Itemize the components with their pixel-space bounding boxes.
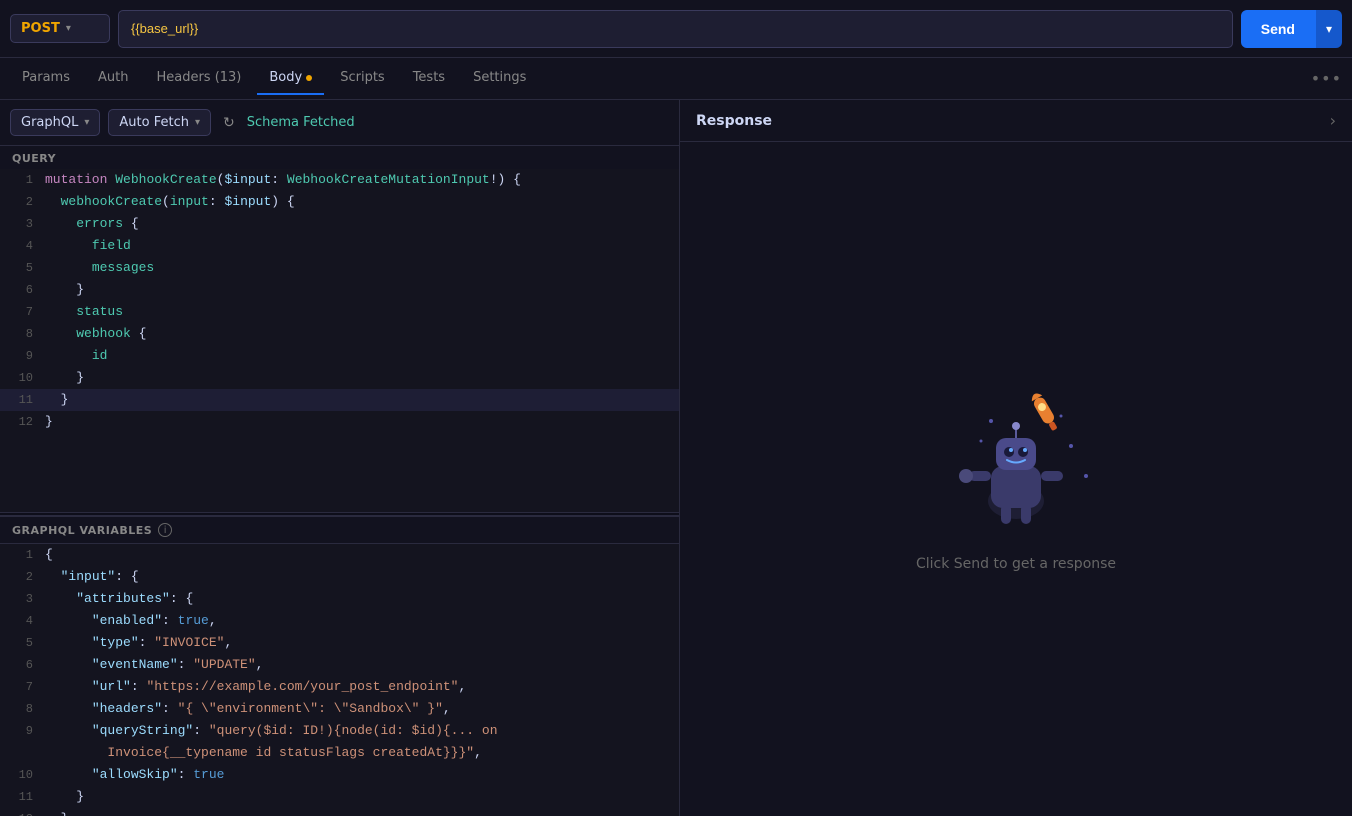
- var-line-10: 10 "allowSkip": true: [0, 764, 679, 786]
- response-expand-icon[interactable]: ›: [1330, 111, 1336, 130]
- tab-headers-label: Headers (13): [156, 70, 241, 85]
- tab-settings[interactable]: Settings: [461, 62, 538, 95]
- query-line-7: 7 status: [0, 301, 679, 323]
- var-line-3: 3 "attributes": {: [0, 588, 679, 610]
- variables-header: GRAPHQL VARIABLES i: [0, 516, 679, 544]
- query-editor[interactable]: 1 mutation WebhookCreate($input: Webhook…: [0, 169, 679, 512]
- url-input[interactable]: [118, 10, 1233, 48]
- var-line-7: 7 "url": "https://example.com/your_post_…: [0, 676, 679, 698]
- query-section-label: QUERY: [0, 146, 679, 169]
- tab-body-dot: [306, 75, 312, 81]
- variables-section: GRAPHQL VARIABLES i 1 { 2 "input": { 3 "…: [0, 516, 679, 816]
- right-panel: Response ›: [680, 100, 1352, 816]
- query-line-5: 5 messages: [0, 257, 679, 279]
- left-panel: GraphQL ▾ Auto Fetch ▾ ↻ Schema Fetched …: [0, 100, 680, 816]
- variables-label: GRAPHQL VARIABLES: [12, 524, 152, 537]
- query-line-3: 3 errors {: [0, 213, 679, 235]
- tab-scripts[interactable]: Scripts: [328, 62, 396, 95]
- query-line-4: 4 field: [0, 235, 679, 257]
- response-header: Response ›: [680, 100, 1352, 142]
- graphql-label: GraphQL: [21, 115, 78, 130]
- var-line-1: 1 {: [0, 544, 679, 566]
- tab-auth-label: Auth: [98, 70, 128, 85]
- send-button-group: Send ▾: [1241, 10, 1342, 48]
- query-line-2: 2 webhookCreate(input: $input) {: [0, 191, 679, 213]
- query-line-6: 6 }: [0, 279, 679, 301]
- graphql-chevron-icon: ▾: [84, 117, 89, 128]
- tab-tests-label: Tests: [413, 70, 445, 85]
- auto-fetch-label: Auto Fetch: [119, 115, 189, 130]
- graphql-selector[interactable]: GraphQL ▾: [10, 109, 100, 136]
- query-line-11: 11 }: [0, 389, 679, 411]
- click-send-label: Click Send to get a response: [916, 556, 1116, 572]
- send-button[interactable]: Send: [1241, 10, 1315, 48]
- var-line-11: 11 }: [0, 786, 679, 808]
- query-line-12: 12 }: [0, 411, 679, 433]
- var-line-12: 12 }: [0, 808, 679, 816]
- method-selector[interactable]: POST ▾: [10, 14, 110, 43]
- var-line-4: 4 "enabled": true,: [0, 610, 679, 632]
- auto-fetch-button[interactable]: Auto Fetch ▾: [108, 109, 211, 136]
- auto-fetch-chevron-icon: ▾: [195, 117, 200, 128]
- query-line-8: 8 webhook {: [0, 323, 679, 345]
- tab-body-label: Body: [269, 70, 302, 85]
- var-line-6: 6 "eventName": "UPDATE",: [0, 654, 679, 676]
- tab-tests[interactable]: Tests: [401, 62, 457, 95]
- url-bar: POST ▾ Send ▾: [0, 0, 1352, 58]
- query-line-10: 10 }: [0, 367, 679, 389]
- tab-headers[interactable]: Headers (13): [144, 62, 253, 95]
- send-dropdown-button[interactable]: ▾: [1315, 10, 1342, 48]
- response-title: Response: [696, 113, 772, 129]
- var-line-9b: Invoice{__typename id statusFlags create…: [0, 742, 679, 764]
- query-section: QUERY 1 mutation WebhookCreate($input: W…: [0, 146, 679, 512]
- query-line-9: 9 id: [0, 345, 679, 367]
- info-icon[interactable]: i: [158, 523, 172, 537]
- body-toolbar: GraphQL ▾ Auto Fetch ▾ ↻ Schema Fetched: [0, 100, 679, 146]
- method-chevron-icon: ▾: [66, 23, 71, 34]
- tab-params[interactable]: Params: [10, 62, 82, 95]
- var-line-8: 8 "headers": "{ \"environment\": \"Sandb…: [0, 698, 679, 720]
- var-line-2: 2 "input": {: [0, 566, 679, 588]
- method-label: POST: [21, 21, 60, 36]
- variables-editor[interactable]: 1 { 2 "input": { 3 "attributes": { 4 "en…: [0, 544, 679, 816]
- robot-illustration: [931, 386, 1101, 536]
- schema-fetched-label: Schema Fetched: [247, 115, 355, 130]
- tab-auth[interactable]: Auth: [86, 62, 140, 95]
- refresh-button[interactable]: ↻: [219, 110, 239, 135]
- var-line-9a: 9 "queryString": "query($id: ID!){node(i…: [0, 720, 679, 742]
- tab-body[interactable]: Body: [257, 62, 324, 95]
- main-area: GraphQL ▾ Auto Fetch ▾ ↻ Schema Fetched …: [0, 100, 1352, 816]
- response-empty-state: Click Send to get a response: [680, 142, 1352, 816]
- tabs-bar: Params Auth Headers (13) Body Scripts Te…: [0, 58, 1352, 100]
- query-line-1: 1 mutation WebhookCreate($input: Webhook…: [0, 169, 679, 191]
- tab-scripts-label: Scripts: [340, 70, 384, 85]
- tab-settings-label: Settings: [473, 70, 526, 85]
- tab-params-label: Params: [22, 70, 70, 85]
- tabs-more-button[interactable]: •••: [1311, 69, 1342, 88]
- var-line-5: 5 "type": "INVOICE",: [0, 632, 679, 654]
